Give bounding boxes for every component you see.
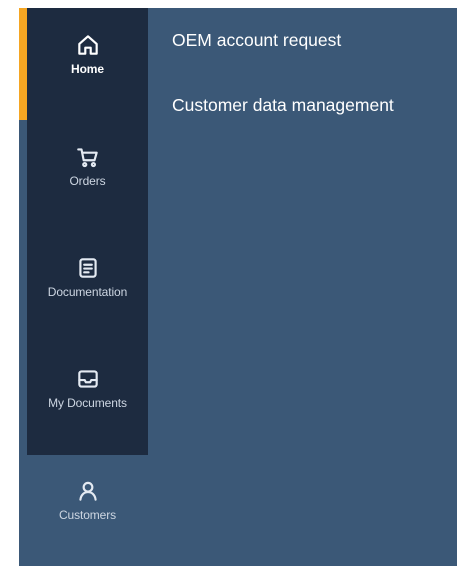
sidebar-item-label: My Documents	[48, 396, 127, 410]
cart-icon	[75, 144, 101, 170]
sidebar-item-label: Home	[71, 62, 104, 76]
menu-item-oem-account-request[interactable]: OEM account request	[172, 30, 341, 51]
sidebar-item-home[interactable]: Home	[27, 32, 148, 76]
active-indicator	[19, 8, 27, 120]
sidebar-item-customers[interactable]: Customers	[27, 478, 148, 522]
sidebar-item-label: Documentation	[47, 285, 128, 299]
home-icon	[75, 32, 101, 58]
user-icon	[75, 478, 101, 504]
navigation-panel: Home Orders Documentation My Documents C…	[19, 8, 457, 566]
inbox-icon	[75, 366, 101, 392]
sidebar-item-orders[interactable]: Orders	[27, 144, 148, 188]
menu-item-customer-data-management[interactable]: Customer data management	[172, 95, 394, 116]
document-icon	[75, 255, 101, 281]
sidebar-item-documentation[interactable]: Documentation	[27, 255, 148, 299]
sidebar-item-label: Customers	[58, 508, 117, 522]
sidebar-item-my-documents[interactable]: My Documents	[27, 366, 148, 410]
sidebar-item-label: Orders	[69, 174, 106, 188]
